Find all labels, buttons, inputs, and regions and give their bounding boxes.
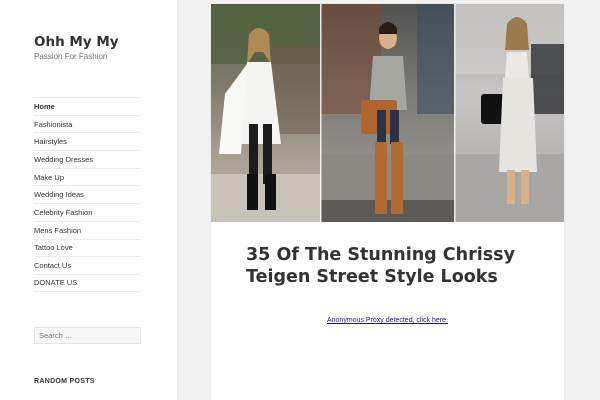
- sidebar: Ohh My My Passion For Fashion Home Fashi…: [0, 0, 177, 400]
- nav-item-mens-fashion[interactable]: Mens Fashion: [34, 220, 141, 239]
- nav-item-wedding-ideas[interactable]: Wedding Ideas: [34, 185, 141, 203]
- nav-item-fashionista[interactable]: Fashionista: [34, 114, 141, 133]
- search-input[interactable]: [34, 327, 141, 344]
- featured-image[interactable]: [211, 4, 564, 222]
- nav-item-make-up[interactable]: Make Up: [34, 167, 141, 186]
- street-style-photo-collage: [211, 4, 564, 222]
- nav-item-home[interactable]: Home: [34, 97, 141, 115]
- nav-item-tattoo-love[interactable]: Tattoo Love: [34, 238, 141, 257]
- proxy-notice-link[interactable]: Anonymous Proxy detected, click here.: [211, 317, 564, 324]
- nav-item-contact-us[interactable]: Contact Us: [34, 256, 141, 274]
- site-description: Passion For Fashion: [34, 52, 108, 61]
- nav-item-wedding-dresses[interactable]: Wedding Dresses: [34, 150, 141, 168]
- nav-item-donate-us[interactable]: DONATE US: [34, 273, 141, 292]
- random-posts-heading: RANDOM POSTS: [34, 378, 95, 385]
- nav-item-hairstyles[interactable]: Hairstyles: [34, 132, 141, 150]
- post-title[interactable]: 35 Of The Stunning Chrissy Teigen Street…: [246, 245, 546, 288]
- nav-item-celebrity-fashion[interactable]: Celebrity Fashion: [34, 203, 141, 221]
- site-title[interactable]: Ohh My My: [34, 34, 119, 50]
- main-nav: Home Fashionista Hairstyles Wedding Dres…: [34, 97, 141, 292]
- post-card: 35 Of The Stunning Chrissy Teigen Street…: [211, 4, 564, 400]
